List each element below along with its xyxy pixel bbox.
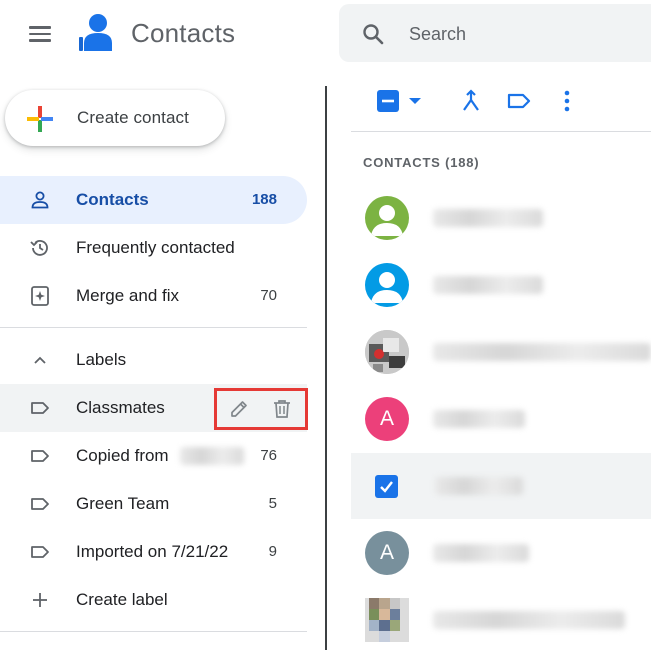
toolbar-divider: [351, 131, 651, 132]
nav-merge-and-fix-label: Merge and fix: [76, 286, 179, 305]
chevron-down-icon[interactable]: [404, 88, 426, 114]
edit-pencil-icon[interactable]: [228, 398, 250, 420]
contact-row[interactable]: [351, 319, 651, 385]
label-icon: [31, 546, 49, 558]
person-silhouette-icon: [371, 205, 403, 236]
create-contact-button[interactable]: Create contact: [5, 90, 225, 146]
redacted-contact-name: [433, 276, 543, 294]
avatar-photo: [365, 598, 409, 642]
contact-row-selected[interactable]: [351, 453, 651, 519]
merge-fix-icon: [31, 286, 49, 306]
nav-contacts-label: Contacts: [76, 190, 149, 209]
avatar-photo: [365, 330, 409, 374]
menu-bar: [29, 26, 51, 29]
avatar: A: [365, 531, 409, 575]
nav-contacts[interactable]: Contacts 188: [0, 176, 307, 224]
redacted-contact-name: [433, 410, 525, 428]
add-icon: [33, 593, 47, 607]
delete-trash-icon[interactable]: [271, 398, 293, 420]
label-item-label: Copied from: [76, 446, 169, 465]
contact-photo-icon: [365, 330, 409, 374]
nav-divider-bottom: [0, 631, 307, 632]
label-item-label: Classmates: [76, 398, 165, 417]
create-label-button[interactable]: Create label: [0, 576, 307, 624]
contact-row[interactable]: [351, 587, 651, 650]
create-contact-label: Create contact: [77, 108, 189, 127]
nav-merge-and-fix[interactable]: Merge and fix 70: [0, 272, 307, 320]
label-item-copied-from[interactable]: Copied from 76: [0, 432, 307, 480]
nav-merge-and-fix-count: 70: [260, 287, 277, 304]
search-icon[interactable]: [361, 22, 385, 46]
avatar: [365, 263, 409, 307]
labels-section-toggle[interactable]: Labels: [0, 336, 307, 384]
app-title: Contacts: [131, 18, 236, 48]
checkmark-icon: [380, 481, 393, 493]
redacted-text: [180, 447, 244, 465]
person-icon: [31, 191, 49, 209]
search-bar[interactable]: [339, 4, 651, 62]
labels-heading: Labels: [76, 350, 127, 369]
label-item-imported[interactable]: Imported on 7/21/22 9: [0, 528, 307, 576]
nav-frequently-contacted[interactable]: Frequently contacted: [0, 224, 307, 272]
select-checkbox-icon[interactable]: [375, 88, 401, 114]
redacted-contact-name: [433, 209, 543, 227]
avatar: A: [365, 397, 409, 441]
redacted-contact-name: [435, 477, 523, 495]
create-label-text: Create label: [76, 590, 168, 609]
contacts-logo-icon: [79, 14, 112, 51]
nav-divider: [0, 327, 307, 328]
menu-bar: [29, 39, 51, 42]
contact-row[interactable]: A: [351, 520, 651, 586]
chevron-up-icon: [34, 356, 46, 364]
nav-contacts-count: 188: [251, 191, 277, 208]
merge-icon[interactable]: [458, 88, 484, 114]
redacted-contact-name: [433, 544, 529, 562]
label-item-count: 5: [268, 495, 277, 512]
label-item-green-team[interactable]: Green Team 5: [0, 480, 307, 528]
plus-icon: [27, 106, 53, 132]
manage-labels-icon[interactable]: [506, 88, 532, 114]
label-icon: [31, 450, 49, 462]
contact-row[interactable]: A: [351, 386, 651, 452]
contact-checkbox[interactable]: [375, 475, 398, 498]
label-icon: [31, 498, 49, 510]
label-item-label: Green Team: [76, 494, 170, 513]
label-item-count: 9: [268, 543, 277, 560]
contact-row[interactable]: [351, 185, 651, 251]
label-item-label: Imported on 7/21/22: [76, 542, 229, 561]
main-menu-button[interactable]: [22, 18, 58, 50]
contact-photo-icon: [365, 598, 409, 642]
label-icon: [31, 402, 49, 414]
contact-row[interactable]: [351, 252, 651, 318]
more-vert-icon[interactable]: [554, 88, 580, 114]
menu-bar: [29, 32, 51, 36]
history-icon: [30, 240, 48, 256]
person-silhouette-icon: [371, 272, 403, 303]
redacted-contact-name: [433, 343, 651, 361]
label-item-count: 76: [260, 447, 277, 464]
nav-frequently-contacted-label: Frequently contacted: [76, 238, 235, 257]
avatar: [365, 196, 409, 240]
pane-separator: [325, 86, 327, 650]
contacts-list-header: CONTACTS (188): [363, 155, 480, 170]
search-input[interactable]: [409, 22, 639, 46]
redacted-contact-name: [433, 611, 625, 629]
